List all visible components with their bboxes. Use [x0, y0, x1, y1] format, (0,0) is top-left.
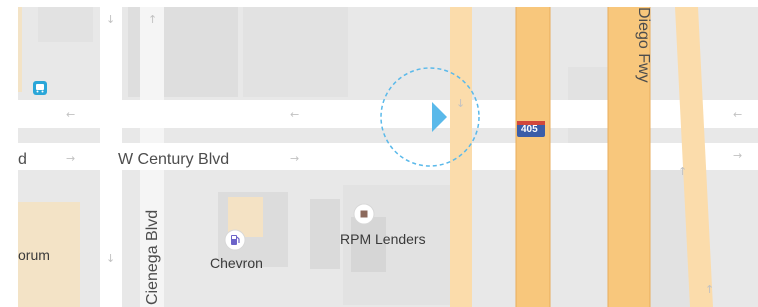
freeway-label-san-diego: Diego Fwy: [635, 7, 652, 83]
oneway-arrow: ←: [733, 108, 742, 121]
oneway-arrow: →: [66, 152, 75, 165]
freeway-lane: [516, 7, 550, 307]
street-label-la-cienega: Cienega Blvd: [144, 209, 161, 305]
building-block: [243, 7, 348, 97]
freeway-ramp: [450, 7, 472, 307]
oneway-arrow: ↓: [106, 13, 115, 26]
oneway-arrow: ↓: [106, 252, 115, 265]
oneway-arrow: →: [290, 152, 299, 165]
map-view[interactable]: ← ← ← → → → ↓ ↑ ↓ ↓ ↑ ↑ d W Century Blvd…: [18, 7, 758, 307]
oneway-arrow: ↑: [705, 283, 714, 296]
oneway-arrow: ↑: [148, 13, 157, 26]
parking-area: [18, 7, 22, 92]
interstate-number: 405: [521, 124, 538, 135]
poi-label-rpm-lenders[interactable]: RPM Lenders: [340, 231, 426, 247]
poi-label-chevron[interactable]: Chevron: [210, 255, 263, 271]
oneway-arrow: →: [733, 149, 742, 162]
oneway-arrow: ↓: [456, 97, 465, 110]
street-label-century-left: d: [18, 151, 27, 168]
oneway-arrow: ↑: [678, 165, 687, 178]
building-block: [38, 7, 93, 42]
oneway-arrow: ←: [290, 108, 299, 121]
oneway-arrow: ←: [66, 108, 75, 121]
street-label-w-century-blvd: W Century Blvd: [118, 151, 230, 168]
building-block: [310, 199, 340, 269]
poi-label-forum[interactable]: orum: [18, 247, 50, 263]
